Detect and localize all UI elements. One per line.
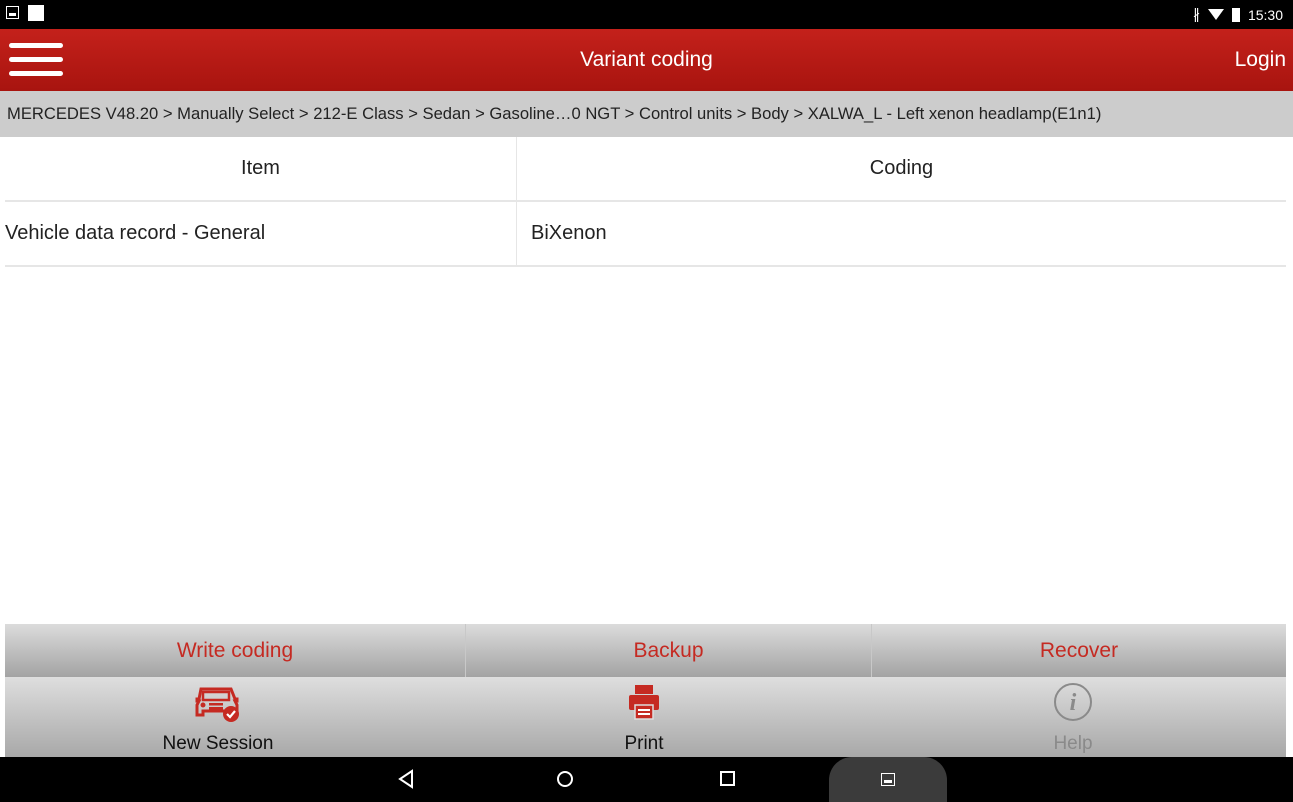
write-coding-button[interactable]: Write coding <box>5 624 466 677</box>
svg-text:i: i <box>1070 690 1077 716</box>
page-title: Variant coding <box>580 48 713 71</box>
wifi-icon <box>1207 9 1224 20</box>
bluetooth-icon: ∦ <box>1192 6 1200 22</box>
login-button[interactable]: Login <box>1235 48 1286 72</box>
app-bar: Variant coding Login <box>0 29 1293 91</box>
table-header-row: Item Coding <box>5 137 1286 202</box>
info-icon: i <box>1054 683 1092 721</box>
new-session-label: New Session <box>162 733 274 754</box>
bottom-toolbar: New Session Print i Help <box>5 677 1286 757</box>
notification-icon <box>28 5 44 21</box>
gallery-icon <box>881 773 895 786</box>
table-cell-item: Vehicle data record - General <box>5 202 517 265</box>
table-cell-coding: BiXenon <box>531 222 607 244</box>
backup-button[interactable]: Backup <box>466 624 872 677</box>
screenshot-pill[interactable] <box>829 757 947 802</box>
battery-icon <box>1231 7 1240 22</box>
action-bar: Write coding Backup Recover <box>5 624 1286 677</box>
column-header-coding: Coding <box>869 157 934 179</box>
new-session-button[interactable]: New Session <box>153 677 283 757</box>
system-nav-bar <box>0 757 1293 802</box>
printer-icon <box>629 685 659 720</box>
recents-icon[interactable] <box>719 769 737 789</box>
column-header-item: Item <box>5 137 517 200</box>
help-label: Help <box>1053 733 1093 754</box>
status-time: 15:30 <box>1247 6 1283 23</box>
coding-table: Item Coding Vehicle data record - Genera… <box>5 137 1286 267</box>
status-left-icons <box>6 5 44 22</box>
status-right-icons: ∦ 15:30 <box>1193 6 1283 23</box>
status-bar: ∦ 15:30 <box>0 0 1293 29</box>
car-check-icon <box>195 687 239 722</box>
help-button[interactable]: i Help <box>1033 677 1113 757</box>
breadcrumb: MERCEDES V48.20 > Manually Select > 212-… <box>0 91 1293 137</box>
home-icon[interactable] <box>555 769 575 789</box>
print-label: Print <box>624 733 664 754</box>
screenshot-icon <box>6 6 19 19</box>
table-row[interactable]: Vehicle data record - General BiXenon <box>5 202 1286 267</box>
print-button[interactable]: Print <box>599 677 689 757</box>
recover-button[interactable]: Recover <box>872 624 1286 677</box>
back-icon[interactable] <box>397 769 415 789</box>
